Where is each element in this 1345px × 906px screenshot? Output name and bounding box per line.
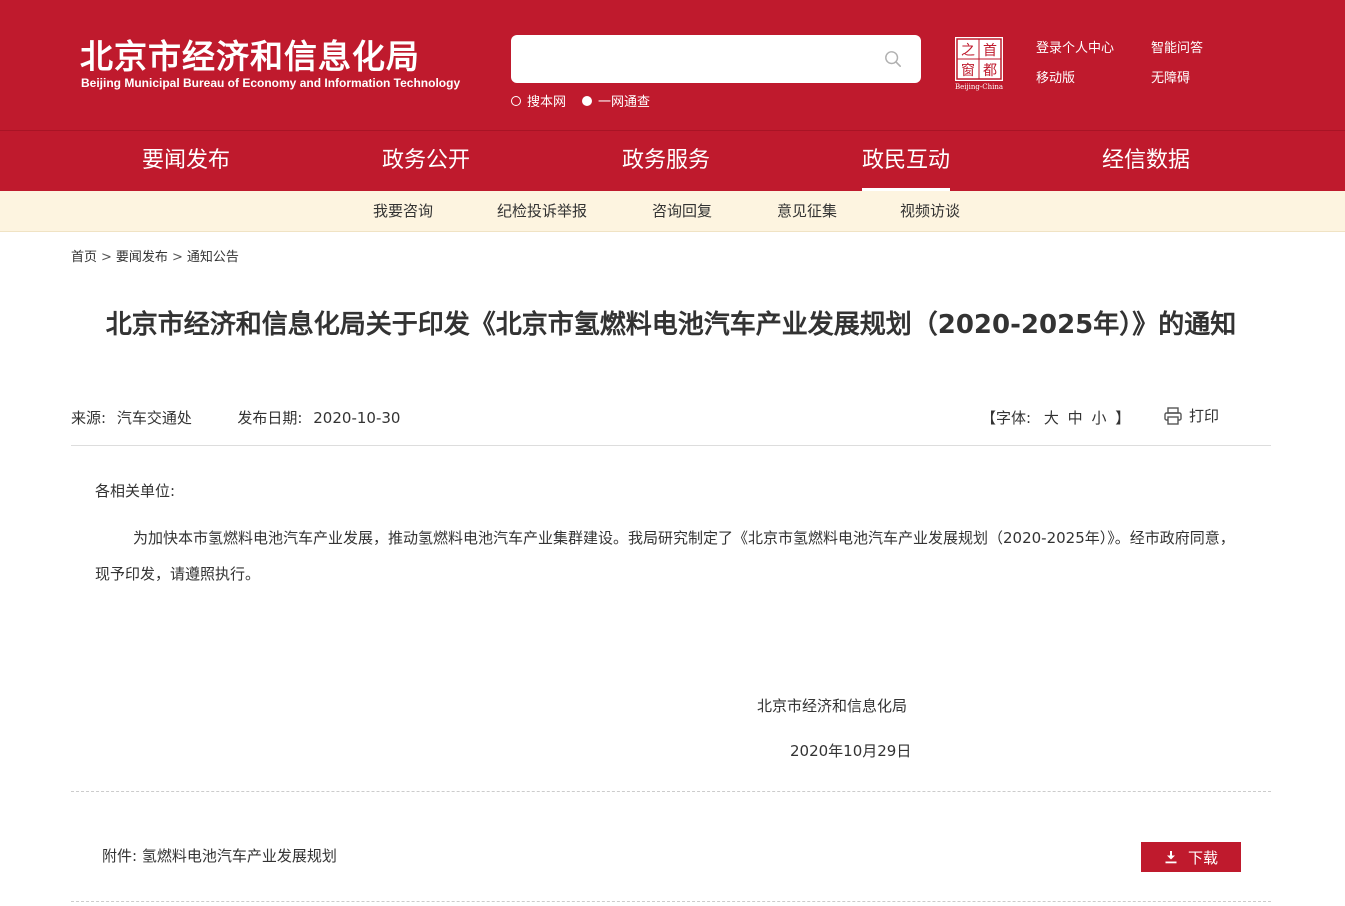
search-scope-all-label: 一网通查 [598,95,651,110]
attachment-link[interactable]: 氢燃料电池汽车产业发展规划 [142,847,337,865]
logo-char-1: 之 [961,43,975,59]
source-value: 汽车交通处 [116,409,192,427]
nav-item-news[interactable]: 要闻发布 [142,131,230,191]
logo-caption: Beijing-China [955,83,1003,91]
login-link[interactable]: 登录个人中心 [1036,40,1151,58]
signature-date: 2020年10月29日 [790,742,912,760]
article-meta: 来源: 汽车交通处 发布日期: 2020-10-30 【字体: 大 中 小 】 … [71,405,1271,446]
subnav-replies[interactable]: 咨询回复 [652,191,712,232]
main-nav: 要闻发布 政务公开 政务服务 政民互动 经信数据 [0,130,1345,191]
print-button[interactable]: 打印 [1163,405,1219,426]
date-label: 发布日期: [237,409,303,427]
breadcrumb-separator: > [101,250,112,265]
top-links: 登录个人中心 智能问答 移动版 无障碍 [1036,40,1231,88]
capital-window-logo[interactable]: 之 首 窗 都 Beijing-China [952,35,1006,91]
attachment: 附件: 氢燃料电池汽车产业发展规划 [102,845,337,866]
article-body: 为加快本市氢燃料电池汽车产业发展，推动氢燃料电池汽车产业集群建设。我局研究制定了… [95,529,1235,583]
nav-item-public-affairs[interactable]: 政务公开 [382,131,470,191]
search-input[interactable] [511,35,871,83]
breadcrumb-home[interactable]: 首页 [71,250,97,265]
search-icon[interactable] [884,50,902,68]
font-label-close: 】 [1115,409,1131,427]
download-label: 下载 [1187,849,1218,867]
logo-char-4: 都 [983,63,997,79]
accessibility-link[interactable]: 无障碍 [1151,70,1231,88]
printer-icon [1164,406,1182,425]
subnav-opinions[interactable]: 意见征集 [777,191,837,232]
subnav-consult[interactable]: 我要咨询 [373,191,433,232]
nav-item-interaction[interactable]: 政民互动 [862,131,951,191]
search-scope-site[interactable]: 搜本网 [511,91,566,110]
nav-item-services[interactable]: 政务服务 [622,131,710,191]
search-scope-all[interactable]: 一网通查 [582,91,650,110]
signature-org: 北京市经济和信息化局 [757,697,908,715]
article-greeting: 各相关单位: [95,482,176,500]
breadcrumb-notices[interactable]: 通知公告 [187,250,239,265]
font-label: 【字体: [981,409,1032,427]
font-size-small[interactable]: 小 [1091,409,1106,427]
font-size-medium[interactable]: 中 [1068,409,1083,427]
divider [71,791,1271,792]
mobile-link[interactable]: 移动版 [1036,70,1151,88]
search-scope-site-label: 搜本网 [527,95,567,110]
logo-char-3: 窗 [961,62,975,79]
site-header: 北京市经济和信息化局 Beijing Municipal Bureau of E… [0,0,1345,130]
breadcrumb: 首页 > 要闻发布 > 通知公告 [71,246,239,265]
breadcrumb-separator: > [171,250,183,265]
radio-icon [511,95,521,106]
font-size-controls: 【字体: 大 中 小 】 [981,407,1130,428]
divider [71,901,1271,902]
sub-nav: 我要咨询 纪检投诉举报 咨询回复 意见征集 视频访谈 [0,191,1345,232]
download-button[interactable]: 下载 [1141,842,1241,872]
subnav-video[interactable]: 视频访谈 [900,191,960,232]
print-label: 打印 [1189,407,1220,425]
download-icon [1165,851,1177,864]
subnav-complaint[interactable]: 纪检投诉举报 [497,191,587,232]
article-meta-left: 来源: 汽车交通处 发布日期: 2020-10-30 [71,407,400,428]
search-box [511,35,921,83]
font-size-large[interactable]: 大 [1044,409,1059,427]
logo-char-2: 首 [983,43,997,59]
radio-selected-icon [582,95,593,106]
smart-qa-link[interactable]: 智能问答 [1151,40,1231,58]
site-subtitle: Beijing Municipal Bureau of Economy and … [81,76,461,90]
search-scope-options: 搜本网 一网通查 [511,91,650,110]
attachment-label: 附件: [102,847,138,865]
breadcrumb-news[interactable]: 要闻发布 [116,250,168,265]
date-value: 2020-10-30 [313,409,401,427]
site-title[interactable]: 北京市经济和信息化局 [80,30,420,78]
article-title: 北京市经济和信息化局关于印发《北京市氢燃料电池汽车产业发展规划（2020-202… [105,310,1237,340]
source-label: 来源: [71,409,107,427]
nav-item-data[interactable]: 经信数据 [1102,131,1190,191]
